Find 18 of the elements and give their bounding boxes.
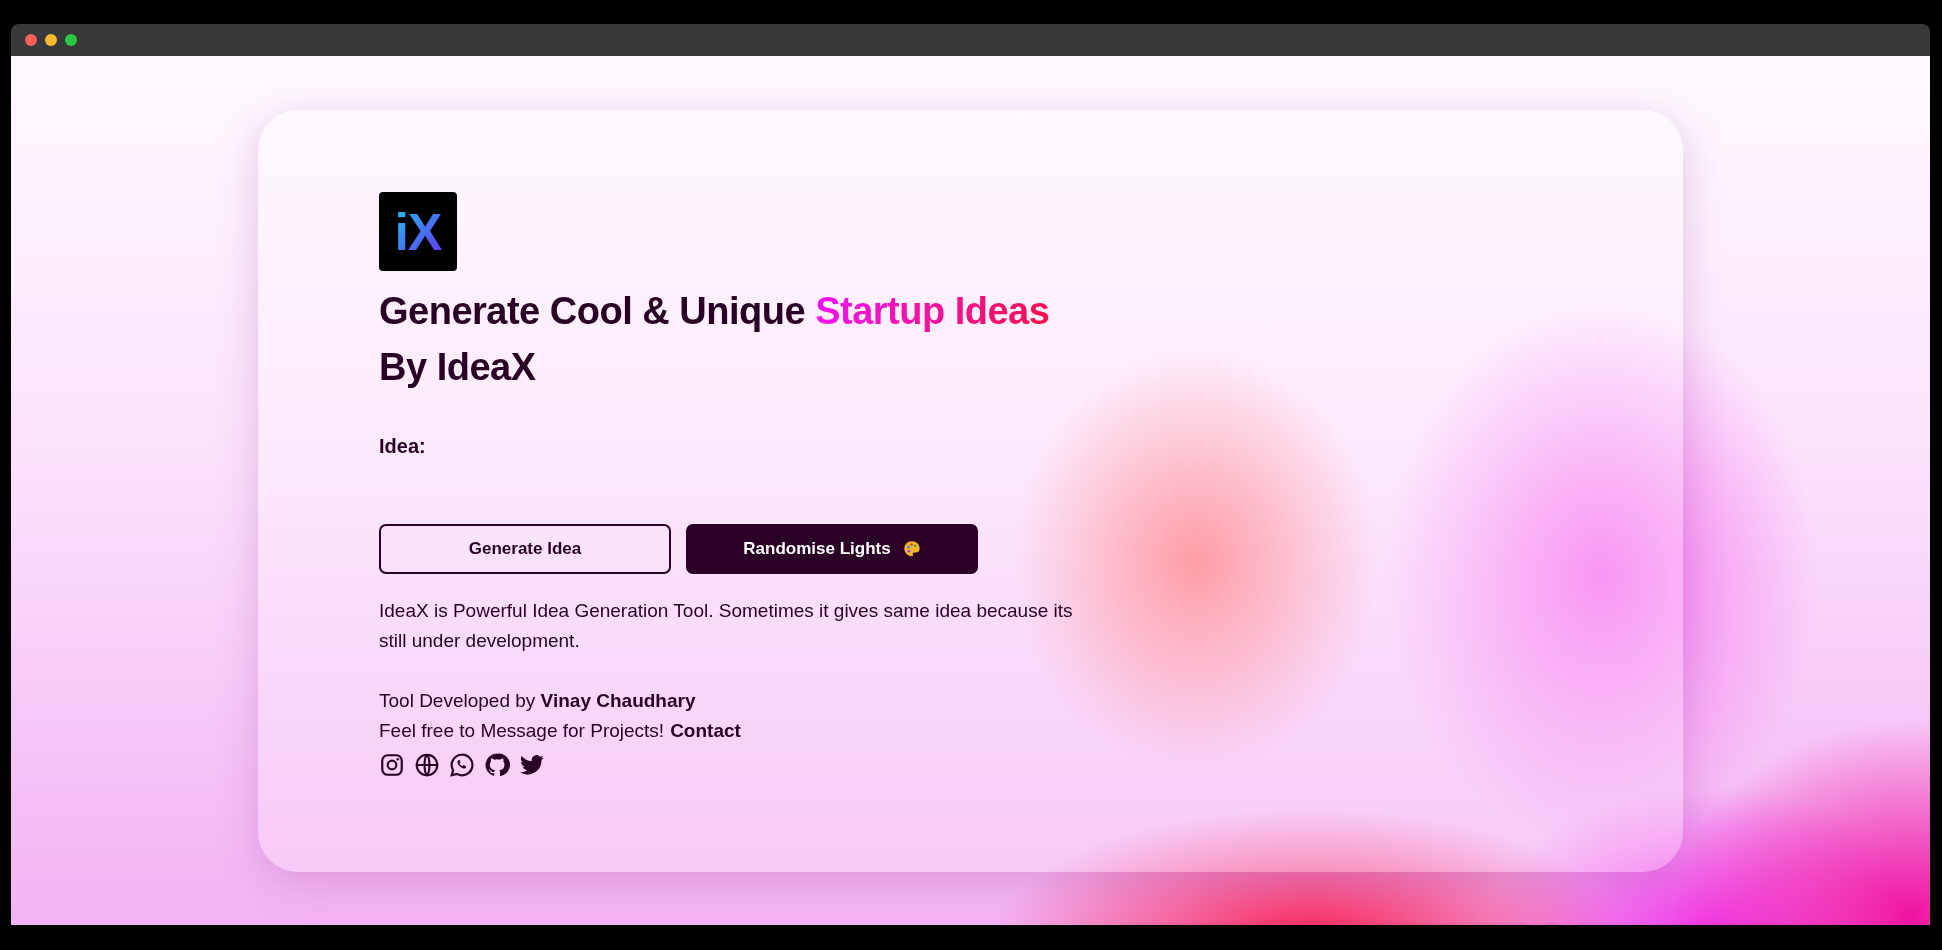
- bird-icon[interactable]: [519, 752, 545, 778]
- close-button[interactable]: [25, 34, 37, 46]
- logo: iX: [379, 192, 457, 271]
- description-text: IdeaX is Powerful Idea Generation Tool. Sometimes it gives same idea because its still under development.: [379, 599, 1074, 653]
- generate-idea-button[interactable]: Generate Idea: [379, 524, 671, 574]
- camera-icon[interactable]: [379, 752, 405, 778]
- contact-link[interactable]: Contact: [670, 716, 741, 746]
- globe-icon[interactable]: [414, 752, 440, 778]
- chat-phone-icon[interactable]: [449, 752, 475, 778]
- cat-icon[interactable]: [484, 752, 510, 778]
- credit-text: Tool Developed by Vinay Chaudhary: [379, 689, 696, 713]
- minimize-button[interactable]: [45, 34, 57, 46]
- page-title: Generate Cool & Unique Startup Ideas By IdeaX: [379, 289, 1051, 390]
- randomise-lights-button[interactable]: Randomise Lights: [686, 524, 978, 574]
- palette-icon: [902, 540, 921, 558]
- message-text: Feel free to Message for Projects!: [379, 719, 665, 743]
- maximize-button[interactable]: [65, 34, 77, 46]
- idea-label: Idea:: [379, 435, 426, 458]
